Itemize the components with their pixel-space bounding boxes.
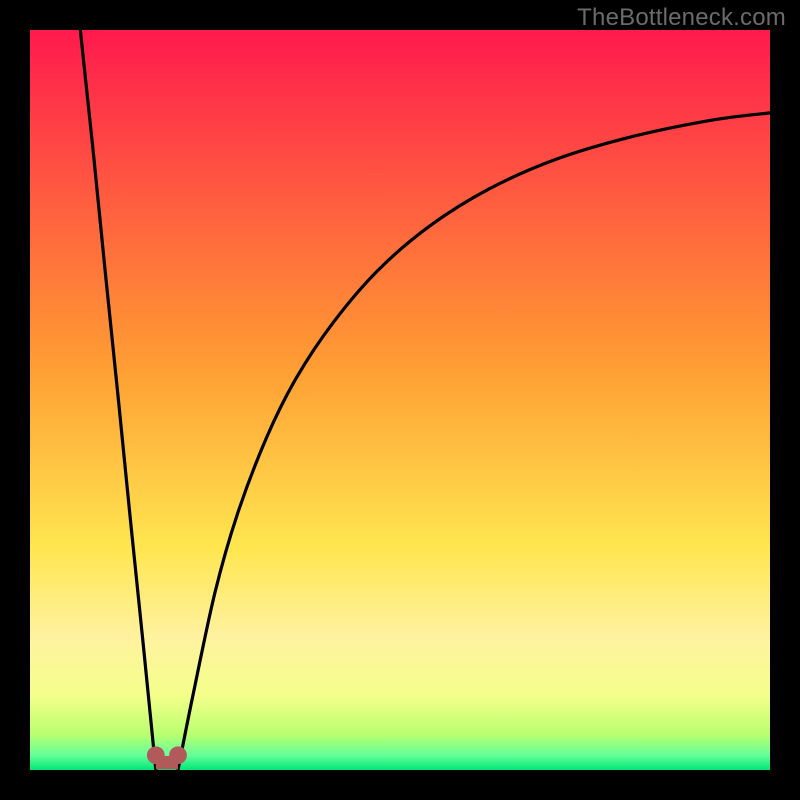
- chart-svg: [30, 30, 770, 770]
- chart-frame: TheBottleneck.com: [0, 0, 800, 800]
- plot-area: [30, 30, 770, 770]
- minimum-point-0: [147, 746, 165, 764]
- watermark-text: TheBottleneck.com: [577, 4, 786, 32]
- minimum-point-1: [169, 746, 187, 764]
- gradient-background: [30, 30, 770, 770]
